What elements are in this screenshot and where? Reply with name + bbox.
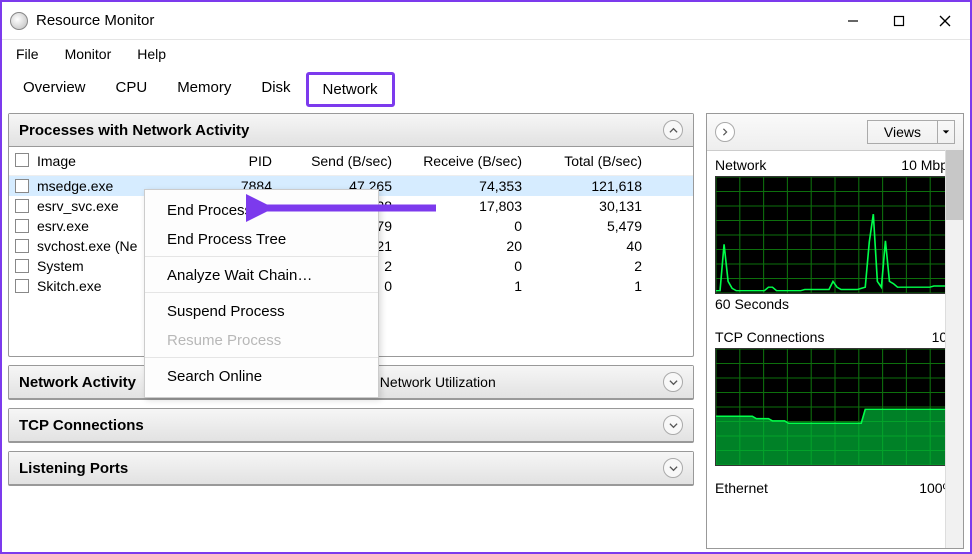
views-label: Views <box>868 122 937 142</box>
chart-nav-button[interactable] <box>715 122 735 142</box>
table-header: Image PID Send (B/sec) Receive (B/sec) T… <box>9 147 693 176</box>
tab-cpu[interactable]: CPU <box>101 72 163 107</box>
cell-total: 121,618 <box>522 178 642 194</box>
cell-recv: 20 <box>392 238 522 254</box>
chart-title: Network <box>715 157 766 173</box>
panel-processes-title: Processes with Network Activity <box>19 122 249 139</box>
panel-activity-title: Network Activity <box>19 374 136 391</box>
menu-item[interactable]: End Process Tree <box>145 225 378 257</box>
tab-disk[interactable]: Disk <box>246 72 305 107</box>
right-pane: Views Network10 Mbps 60 Seconds0 TCP Con… <box>706 113 964 549</box>
window-controls <box>830 6 968 36</box>
expand-icon[interactable] <box>663 372 683 392</box>
close-button[interactable] <box>922 6 968 36</box>
cell-total: 1 <box>522 278 642 294</box>
minimize-button[interactable] <box>830 6 876 36</box>
scrollbar[interactable] <box>945 150 963 548</box>
tab-overview[interactable]: Overview <box>8 72 101 107</box>
expand-icon[interactable] <box>663 458 683 478</box>
cell-recv: 0 <box>392 258 522 274</box>
tab-network[interactable]: Network <box>306 72 395 107</box>
chart-ethernet: Ethernet100% <box>707 474 963 507</box>
col-pid[interactable]: PID <box>212 153 272 169</box>
tab-memory[interactable]: Memory <box>162 72 246 107</box>
cell-total: 2 <box>522 258 642 274</box>
cell-recv: 74,353 <box>392 178 522 194</box>
chart-network: Network10 Mbps 60 Seconds0 <box>707 151 963 323</box>
window: Resource Monitor File Monitor Help Overv… <box>0 0 972 554</box>
expand-icon[interactable] <box>663 415 683 435</box>
cell-total: 5,479 <box>522 218 642 234</box>
maximize-button[interactable] <box>876 6 922 36</box>
col-send[interactable]: Send (B/sec) <box>272 153 392 169</box>
select-all-checkbox[interactable] <box>15 153 29 167</box>
chart-title: Ethernet <box>715 480 768 496</box>
menu-item[interactable]: Analyze Wait Chain… <box>145 261 378 293</box>
menu-item[interactable]: Search Online <box>145 362 378 391</box>
window-title: Resource Monitor <box>36 12 154 29</box>
panel-tcp-title: TCP Connections <box>19 417 144 434</box>
views-dropdown[interactable]: Views <box>867 120 955 144</box>
annotation-arrow <box>246 193 446 223</box>
panel-listen-title: Listening Ports <box>19 460 128 477</box>
chart-title: TCP Connections <box>715 329 824 345</box>
app-icon <box>10 12 28 30</box>
panel-listen: Listening Ports <box>8 451 694 486</box>
col-recv[interactable]: Receive (B/sec) <box>392 153 522 169</box>
cell-recv: 1 <box>392 278 522 294</box>
menu-monitor[interactable]: Monitor <box>61 44 116 64</box>
menu-item[interactable]: Suspend Process <box>145 297 378 326</box>
right-pane-header: Views <box>707 114 963 151</box>
menubar: File Monitor Help <box>2 40 970 68</box>
row-checkbox[interactable] <box>15 199 29 213</box>
row-checkbox[interactable] <box>15 179 29 193</box>
chart-tcp: TCP Connections100 <box>707 323 963 474</box>
titlebar: Resource Monitor <box>2 2 970 40</box>
menu-help[interactable]: Help <box>133 44 170 64</box>
col-total[interactable]: Total (B/sec) <box>522 153 642 169</box>
cell-total: 30,131 <box>522 198 642 214</box>
row-checkbox[interactable] <box>15 259 29 273</box>
chart-network-canvas <box>715 176 955 294</box>
panel-tcp-header[interactable]: TCP Connections <box>9 409 693 442</box>
panel-tcp: TCP Connections <box>8 408 694 443</box>
menu-item: Resume Process <box>145 326 378 358</box>
panel-listen-header[interactable]: Listening Ports <box>9 452 693 485</box>
row-checkbox[interactable] <box>15 219 29 233</box>
chart-tcp-canvas <box>715 348 955 466</box>
scrollbar-thumb[interactable] <box>946 150 963 220</box>
row-checkbox[interactable] <box>15 239 29 253</box>
col-image[interactable]: Image <box>37 153 212 169</box>
menu-file[interactable]: File <box>12 44 43 64</box>
chart-footL: 60 Seconds <box>715 296 789 312</box>
row-checkbox[interactable] <box>15 279 29 293</box>
tab-bar: Overview CPU Memory Disk Network <box>2 68 970 109</box>
panel-processes-header[interactable]: Processes with Network Activity <box>9 114 693 147</box>
cell-total: 40 <box>522 238 642 254</box>
chevron-down-icon <box>937 121 954 143</box>
collapse-icon[interactable] <box>663 120 683 140</box>
